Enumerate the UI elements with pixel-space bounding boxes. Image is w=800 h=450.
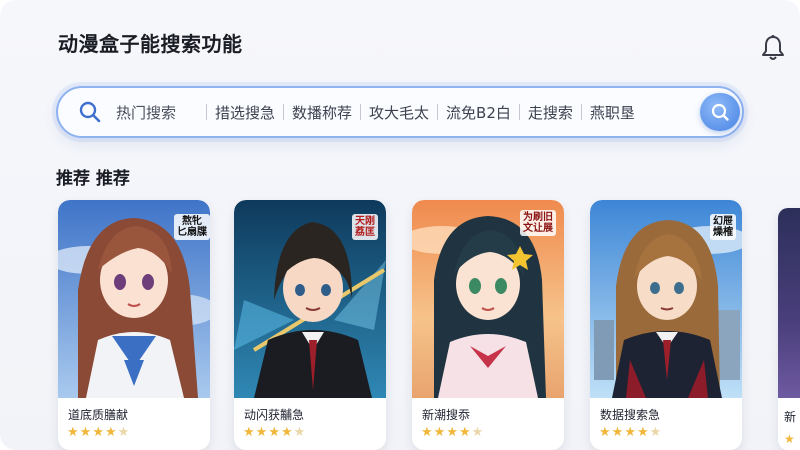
star-icon: ★ (280, 425, 293, 440)
star-icon: ★ (67, 425, 79, 440)
star-icon: ★ (104, 425, 117, 440)
star-icon: ★ (636, 425, 649, 440)
star-rating: ★ ★ ★ ★ ★ (243, 426, 305, 440)
anime-card-partial[interactable]: 新 ★ (778, 208, 800, 450)
anime-title: 道底质膳献 (68, 408, 129, 422)
chip-label: 数播称荐 (292, 103, 353, 122)
star-rating: ★ ★ ★ ★ ★ (67, 426, 129, 440)
star-icon: ★ (433, 425, 446, 440)
chip-label: 措选搜急 (215, 103, 276, 122)
chip-divider (283, 104, 285, 120)
star-icon: ★ (92, 425, 104, 440)
anime-card[interactable]: 熬牝 匕扇牒 道底质膳献 ★ ★ ★ ★ ★ (58, 200, 210, 450)
search-icon (78, 100, 102, 124)
star-icon: ★ (458, 425, 471, 440)
anime-thumbnail (778, 208, 800, 398)
anime-card[interactable]: 幻屉 燥榷 数据搜索急 ★ ★ ★ ★ ★ (590, 200, 742, 450)
app-screen: 动漫盒子能搜索功能 热门搜索 措选搜急 数播称荐 攻大毛太 流免B2白 走搜索 … (0, 0, 800, 450)
anime-title: 动闪获黼急 (244, 408, 305, 422)
search-bar[interactable]: 热门搜索 措选搜急 数播称荐 攻大毛太 流免B2白 走搜索 燕职垦 (56, 86, 744, 138)
chip-divider (518, 104, 520, 120)
search-button[interactable] (700, 93, 740, 131)
star-icon: ★ (79, 425, 92, 440)
star-icon: ★ (611, 425, 624, 440)
anime-title: 新 (784, 410, 797, 424)
star-icon: ★ (471, 425, 484, 440)
anime-thumbnail: 幻屉 燥榷 (590, 200, 742, 398)
star-icon: ★ (421, 425, 433, 440)
anime-title: 新潮搜忝 (422, 408, 471, 422)
chip-divider (437, 104, 439, 120)
chip-divider (360, 104, 362, 120)
chip-label: 走搜索 (527, 103, 573, 122)
anime-thumbnail: 熬牝 匕扇牒 (58, 200, 210, 398)
star-icon: ★ (268, 425, 280, 440)
suggestion-chip[interactable]: 燕职垦 (573, 102, 635, 123)
star-rating: ★ ★ ★ ★ ★ (599, 426, 661, 440)
star-rating: ★ ★ ★ ★ ★ (421, 426, 483, 440)
star-icon: ★ (117, 425, 130, 440)
search-suggestion-chips: 措选搜急 数播称荐 攻大毛太 流免B2白 走搜索 燕职垦 (198, 88, 635, 136)
star-icon: ★ (255, 425, 268, 440)
suggestion-chip[interactable]: 走搜索 (511, 102, 573, 123)
title-badge: 天刚 荔匡 (352, 214, 378, 240)
star-icon: ★ (624, 425, 636, 440)
star-icon: ★ (446, 425, 458, 440)
chip-divider (580, 104, 582, 120)
anime-thumbnail: 天刚 荔匡 (234, 200, 386, 398)
suggestion-chip[interactable]: 措选搜急 (198, 102, 275, 123)
anime-thumbnail: 为刷旧 文让展 (412, 200, 564, 398)
star-icon: ★ (243, 425, 255, 440)
chip-label: 攻大毛太 (369, 103, 430, 122)
page-title: 动漫盒子能搜索功能 (58, 32, 243, 56)
search-placeholder[interactable]: 热门搜索 (116, 102, 176, 123)
suggestion-chip[interactable]: 流免B2白 (429, 102, 511, 123)
suggestion-chip[interactable]: 数播称荐 (275, 102, 352, 123)
title-badge: 幻屉 燥榷 (710, 214, 736, 240)
suggestion-chip[interactable]: 攻大毛太 (352, 102, 429, 123)
chip-label: 流免B2白 (446, 103, 511, 122)
section-title: 推荐 推荐 (56, 169, 130, 189)
star-icon: ★ (293, 425, 306, 440)
chip-label: 燕职垦 (589, 103, 635, 122)
chip-divider (206, 104, 207, 120)
star-icon: ★ (599, 425, 611, 440)
title-badge: 熬牝 匕扇牒 (174, 214, 210, 240)
anime-title: 数据搜索急 (600, 408, 661, 422)
star-icon: ★ (784, 432, 795, 446)
anime-card[interactable]: 天刚 荔匡 动闪获黼急 ★ ★ ★ ★ ★ (234, 200, 386, 450)
star-icon: ★ (649, 425, 662, 440)
bell-icon[interactable] (760, 34, 786, 62)
title-badge: 为刷旧 文让展 (520, 210, 556, 236)
search-icon (711, 103, 729, 121)
anime-card[interactable]: 为刷旧 文让展 新潮搜忝 ★ ★ ★ ★ ★ (412, 200, 564, 450)
